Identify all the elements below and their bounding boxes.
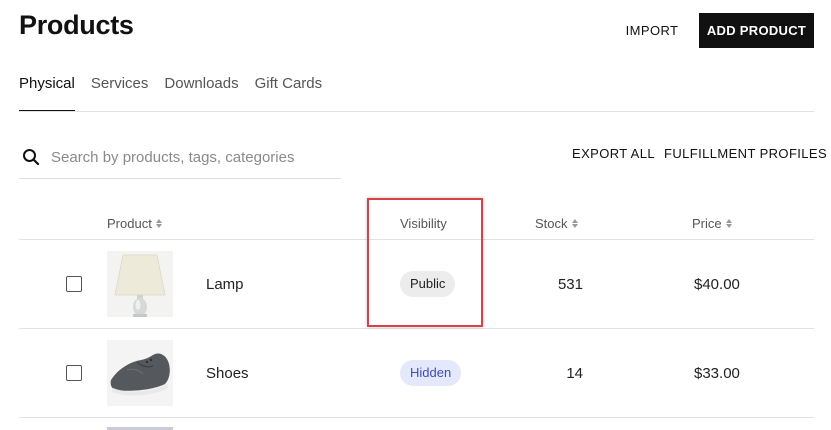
sort-icon <box>725 219 732 228</box>
fulfillment-profiles-button[interactable]: FULFILLMENT PROFILES <box>664 146 827 161</box>
tab-services[interactable]: Services <box>91 74 149 112</box>
product-name[interactable]: Lamp <box>206 276 244 293</box>
page-title: Products <box>19 10 134 40</box>
import-button[interactable]: IMPORT <box>619 13 685 47</box>
row-checkbox[interactable] <box>66 276 82 292</box>
product-thumbnail-lamp <box>107 251 173 317</box>
table-row[interactable]: Shoes Hidden 14 $33.00 <box>0 329 831 417</box>
product-type-tabs: Physical Services Downloads Gift Cards <box>19 74 322 112</box>
row-checkbox[interactable] <box>66 365 82 381</box>
column-header-product[interactable]: Product <box>107 216 162 231</box>
column-header-stock-label: Stock <box>535 216 568 231</box>
sort-icon <box>155 219 162 228</box>
tabs-divider <box>19 111 814 112</box>
tab-gift-cards[interactable]: Gift Cards <box>255 74 323 112</box>
visibility-badge-public: Public <box>400 271 456 297</box>
sort-icon <box>571 219 578 228</box>
search-bar <box>19 136 341 179</box>
column-header-stock[interactable]: Stock <box>535 216 578 231</box>
column-header-price[interactable]: Price <box>692 216 732 231</box>
table-row[interactable]: Lamp Public 531 $40.00 <box>0 240 831 328</box>
column-header-product-label: Product <box>107 216 152 231</box>
tab-downloads[interactable]: Downloads <box>164 74 238 112</box>
column-header-visibility-label: Visibility <box>400 216 447 231</box>
search-icon <box>22 148 40 166</box>
product-thumbnail-shoes <box>107 340 173 406</box>
export-all-button[interactable]: EXPORT ALL <box>572 146 655 161</box>
price-value: $33.00 <box>694 365 740 382</box>
column-header-visibility: Visibility <box>400 216 447 231</box>
add-product-button[interactable]: ADD PRODUCT <box>699 13 814 48</box>
visibility-badge-hidden: Hidden <box>400 360 462 386</box>
tab-physical[interactable]: Physical <box>19 74 75 112</box>
search-input[interactable] <box>51 148 321 166</box>
product-name[interactable]: Shoes <box>206 365 249 382</box>
stock-value: 14 <box>566 365 583 382</box>
price-value: $40.00 <box>694 276 740 293</box>
column-header-price-label: Price <box>692 216 722 231</box>
stock-value: 531 <box>557 276 583 293</box>
row-divider <box>19 417 814 418</box>
